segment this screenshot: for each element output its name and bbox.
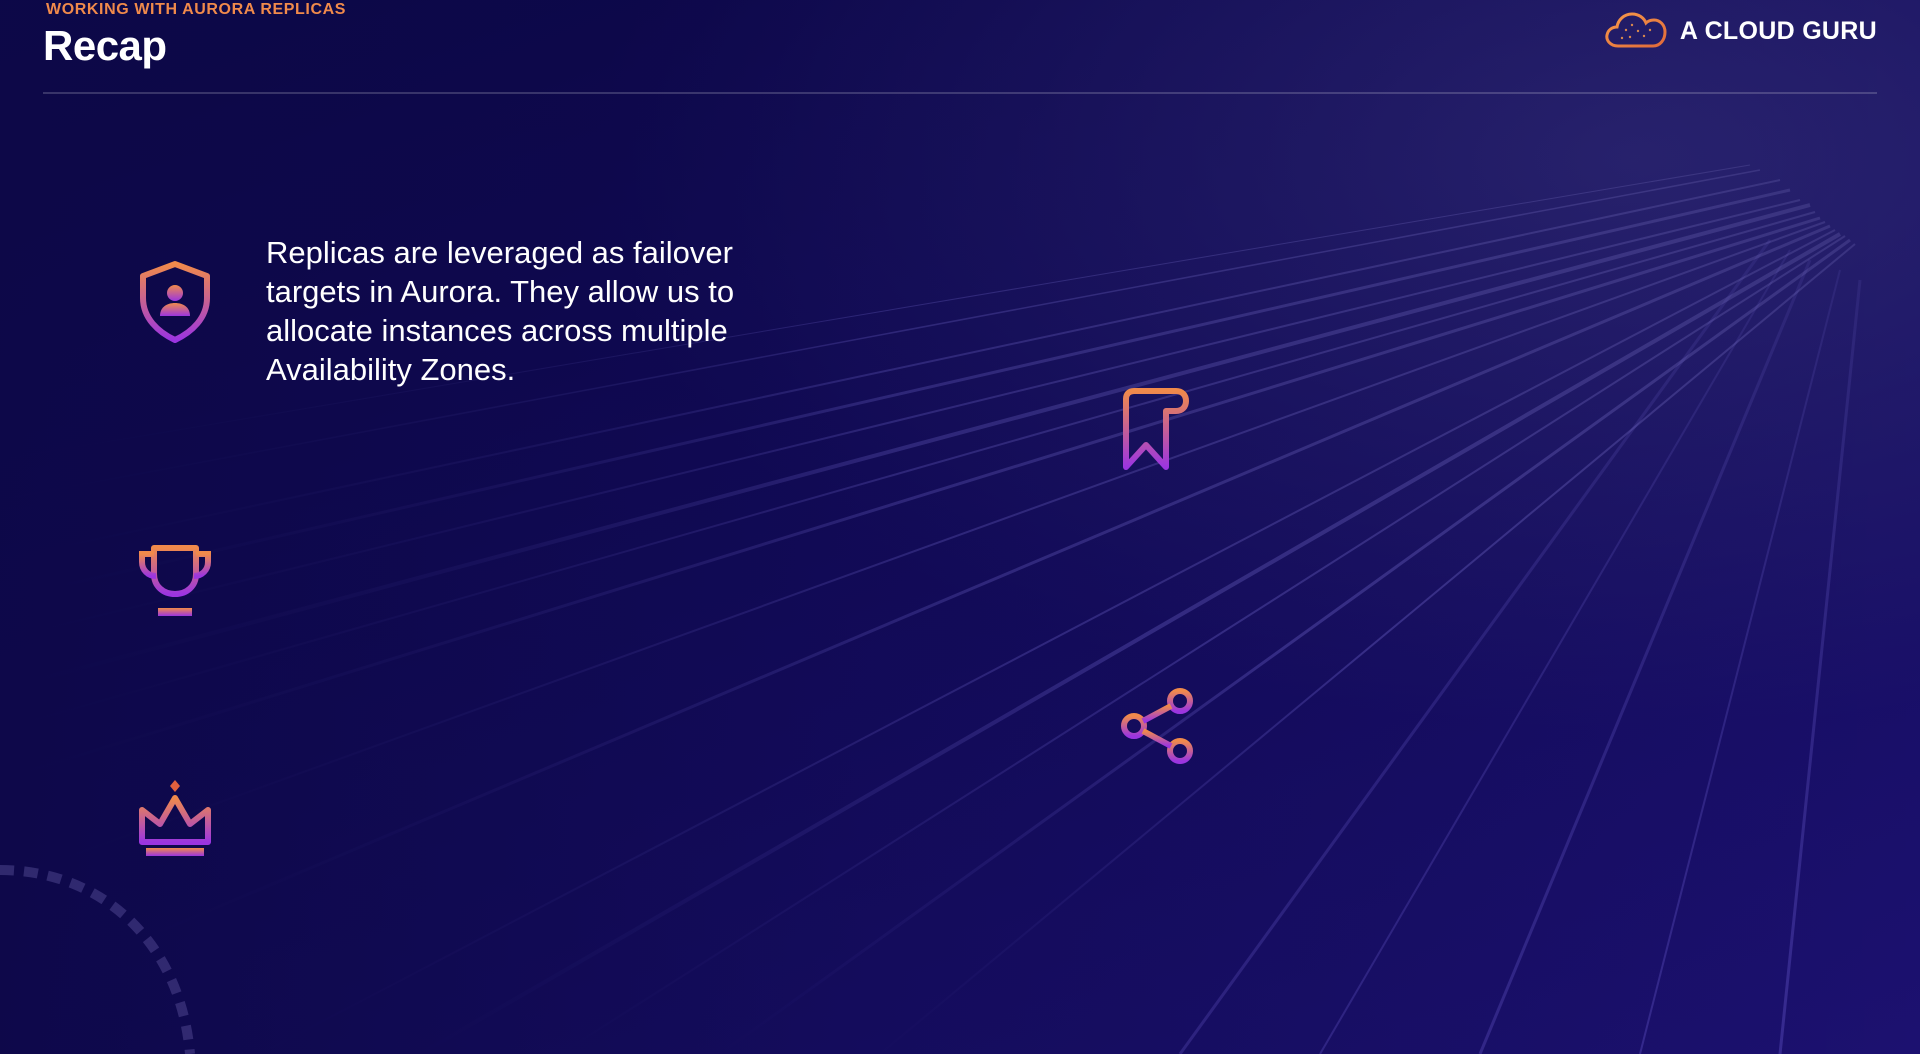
brand-name: A CLOUD GURU — [1679, 16, 1877, 45]
slide: WORKING WITH AURORA REPLICAS Recap A CLO… — [0, 0, 1920, 1054]
bookmark-icon — [1114, 385, 1200, 471]
cloud-logo-icon — [1604, 8, 1668, 55]
page-title: Recap — [43, 22, 167, 69]
shield-user-icon — [132, 258, 218, 344]
trophy-icon — [132, 540, 218, 626]
brand-logo: A CLOUD GURU — [1604, 10, 1877, 52]
highway-light-streaks-background — [0, 0, 1920, 1054]
section-eyebrow: WORKING WITH AURORA REPLICAS — [46, 1, 347, 18]
crown-icon — [132, 776, 218, 862]
share-icon — [1114, 683, 1200, 769]
header-divider — [43, 92, 1877, 94]
decorative-dashed-arc — [0, 865, 195, 1054]
recap-text: Replicas are leveraged as failover targe… — [266, 235, 735, 387]
